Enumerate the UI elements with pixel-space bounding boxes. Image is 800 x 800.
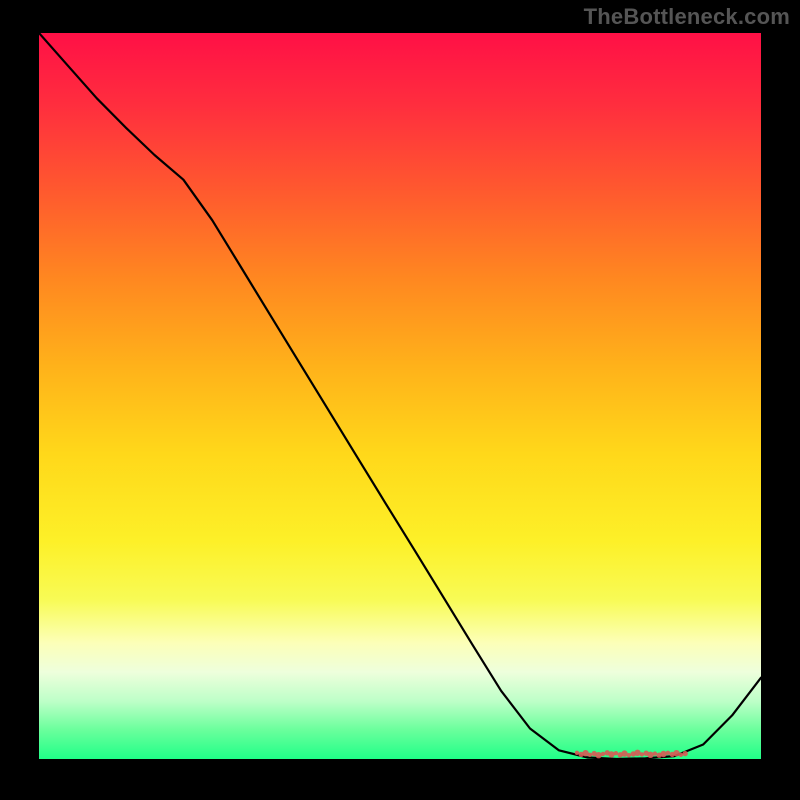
- marker-dot: [653, 751, 657, 755]
- marker-dot: [673, 750, 679, 756]
- marker-dot: [621, 750, 627, 756]
- marker-dot: [666, 751, 670, 755]
- marker-dot: [683, 751, 688, 756]
- marker-dot: [608, 751, 614, 757]
- marker-dot: [601, 752, 605, 756]
- marker-dot: [614, 751, 618, 755]
- marker-dot: [627, 753, 631, 757]
- marker-dot: [679, 753, 683, 757]
- marker-dot: [595, 752, 601, 758]
- marker-dot: [575, 751, 579, 755]
- chart-frame: TheBottleneck.com: [0, 0, 800, 800]
- marker-dot: [647, 752, 653, 758]
- attribution-text: TheBottleneck.com: [584, 4, 790, 30]
- marker-dot: [634, 750, 640, 756]
- marker-dot: [640, 752, 644, 756]
- line-series: [39, 33, 761, 759]
- plot-area: [39, 33, 761, 759]
- chart-svg: [39, 33, 761, 759]
- marker-dot: [588, 753, 592, 757]
- marker-dot: [660, 751, 666, 757]
